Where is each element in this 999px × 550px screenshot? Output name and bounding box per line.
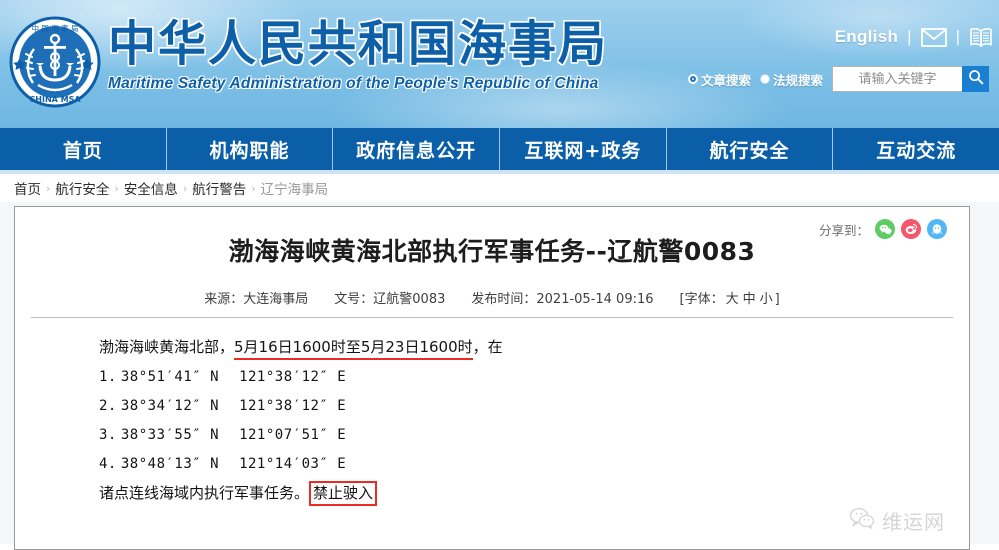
divider-2: | bbox=[955, 27, 960, 46]
nav-item-internet-affairs[interactable]: 互联网+政务 bbox=[500, 128, 667, 170]
breadcrumb-item-2[interactable]: 安全信息 bbox=[124, 178, 178, 198]
wechat-share-icon[interactable] bbox=[875, 219, 895, 239]
divider-1: | bbox=[907, 27, 912, 46]
coordinate-latitude: 38°48′13″ N bbox=[120, 456, 220, 472]
search-scope-regulation[interactable]: 法规搜索 bbox=[759, 70, 823, 89]
coordinate-longitude: 121°38′12″ E bbox=[239, 398, 347, 414]
coordinate-latitude: 38°51′41″ N bbox=[120, 369, 220, 385]
weibo-share-icon[interactable] bbox=[901, 219, 921, 239]
coordinate-index: 1. bbox=[99, 369, 117, 385]
breadcrumb-item-3[interactable]: 航行警告 bbox=[192, 178, 246, 198]
search-box bbox=[832, 66, 989, 92]
nav-item-government-info[interactable]: 政府信息公开 bbox=[333, 128, 501, 170]
coordinate-longitude: 121°07′51″ E bbox=[239, 427, 347, 443]
qq-share-icon[interactable] bbox=[927, 219, 947, 239]
header-search: 文章搜索 法规搜索 bbox=[687, 66, 989, 92]
radio-unselected-icon bbox=[759, 74, 770, 84]
coordinate-row: 1. 38°51′41″ N 121°38′12″ E bbox=[99, 370, 969, 384]
coordinate-longitude: 121°14′03″ E bbox=[239, 456, 347, 472]
coordinate-row: 2. 38°34′12″ N 121°38′12″ E bbox=[99, 399, 969, 413]
brand-title-en: Maritime Safety Administration of the Pe… bbox=[108, 74, 599, 92]
coordinate-row: 4. 38°48′13″ N 121°14′03″ E bbox=[99, 457, 969, 471]
coordinate-index: 2. bbox=[99, 398, 117, 414]
lead-prefix: 渤海海峡黄海北部， bbox=[99, 338, 235, 356]
breadcrumb: 首页 › 航行安全 › 安全信息 › 航行警告 › 辽宁海事局 bbox=[0, 174, 999, 202]
share-bar: 分享到： bbox=[819, 219, 947, 239]
nav-item-home[interactable]: 首页 bbox=[0, 128, 167, 170]
svg-text:CHINA MSA: CHINA MSA bbox=[29, 95, 81, 104]
coordinate-latitude: 38°34′12″ N bbox=[120, 398, 220, 414]
coordinate-index: 3. bbox=[99, 427, 117, 443]
breadcrumb-separator: › bbox=[46, 181, 51, 195]
lead-suffix: ，在 bbox=[472, 338, 503, 356]
coordinate-longitude: 121°38′12″ E bbox=[239, 369, 347, 385]
english-link[interactable]: English bbox=[835, 27, 899, 47]
header-utility-links: English | | bbox=[835, 27, 993, 47]
watermark-text: 维运网 bbox=[882, 510, 945, 534]
china-msa-logo[interactable]: 中 国 海 事 局 CHINA MSA bbox=[8, 11, 102, 113]
lead-highlight: 5月16日1600时至5月23日1600时 bbox=[234, 338, 473, 360]
search-scope-article[interactable]: 文章搜索 bbox=[687, 70, 751, 89]
search-button[interactable] bbox=[962, 66, 989, 92]
share-label: 分享到： bbox=[818, 222, 869, 238]
font-size-large[interactable]: 大 bbox=[726, 292, 739, 307]
no-entry-warning: 禁止驶入 bbox=[309, 481, 378, 506]
meta-doc-number: 文号：辽航警0083 bbox=[334, 292, 446, 307]
breadcrumb-separator: › bbox=[114, 181, 119, 195]
main-navigation: 首页 机构职能 政府信息公开 互联网+政务 航行安全 互动交流 bbox=[0, 128, 999, 170]
wechat-icon bbox=[849, 507, 875, 534]
nav-item-interaction[interactable]: 互动交流 bbox=[833, 128, 999, 170]
breadcrumb-separator: › bbox=[182, 181, 188, 195]
article-card: 分享到： 渤海海峡黄海北部执行军事任务--辽航警0083 来源：大连海事局 文号… bbox=[14, 206, 970, 550]
meta-source: 来源：大连海事局 bbox=[204, 292, 309, 307]
nav-item-navigation-safety[interactable]: 航行安全 bbox=[667, 128, 834, 170]
brand: 中华人民共和国海事局 Maritime Safety Administratio… bbox=[108, 16, 608, 93]
coordinate-index: 4. bbox=[99, 456, 117, 472]
article-closing-line: 诸点连线海域内执行军事任务。 禁止驶入 bbox=[99, 481, 969, 506]
brand-title-cn: 中华人民共和国海事局 bbox=[108, 16, 609, 72]
page-body: 分享到： 渤海海峡黄海北部执行军事任务--辽航警0083 来源：大连海事局 文号… bbox=[0, 202, 999, 550]
font-size-prefix: [字体： bbox=[679, 292, 724, 307]
envelope-icon[interactable] bbox=[920, 27, 947, 47]
radio-selected-icon bbox=[687, 74, 698, 84]
font-size-suffix: ] bbox=[774, 292, 780, 307]
breadcrumb-item-0[interactable]: 首页 bbox=[14, 178, 41, 198]
search-scope-regulation-label: 法规搜索 bbox=[772, 72, 823, 88]
book-icon[interactable] bbox=[969, 27, 993, 47]
search-scope-article-label: 文章搜索 bbox=[700, 72, 751, 88]
nav-item-functions[interactable]: 机构职能 bbox=[167, 128, 334, 170]
breadcrumb-separator: › bbox=[251, 181, 256, 195]
breadcrumb-item-current: 辽宁海事局 bbox=[260, 182, 329, 198]
coordinate-latitude: 38°33′55″ N bbox=[120, 427, 220, 443]
breadcrumb-item-1[interactable]: 航行安全 bbox=[55, 178, 109, 198]
search-input[interactable] bbox=[832, 66, 962, 92]
font-size-medium[interactable]: 中 bbox=[743, 292, 756, 307]
closing-prefix: 诸点连线海域内执行军事任务。 bbox=[99, 484, 310, 502]
magnifier-icon bbox=[968, 69, 984, 90]
article-lead-line: 渤海海峡黄海北部，5月16日1600时至5月23日1600时，在 bbox=[99, 338, 969, 360]
article-body: 渤海海峡黄海北部，5月16日1600时至5月23日1600时，在 1. 38°51… bbox=[15, 318, 969, 506]
svg-text:中 国 海 事 局: 中 国 海 事 局 bbox=[31, 23, 78, 33]
meta-publish-time: 发布时间：2021-05-14 09:16 bbox=[471, 292, 654, 307]
font-size-small[interactable]: 小 bbox=[760, 292, 773, 307]
article-meta: 来源：大连海事局 文号：辽航警0083 发布时间：2021-05-14 09:1… bbox=[15, 288, 969, 307]
watermark: 维运网 bbox=[849, 506, 945, 535]
site-header: 中 国 海 事 局 CHINA MSA 中华人民共和国海事局 Maritime … bbox=[0, 0, 999, 128]
coordinate-row: 3. 38°33′55″ N 121°07′51″ E bbox=[99, 428, 969, 442]
font-size-control: [字体：大中小] bbox=[680, 288, 780, 307]
